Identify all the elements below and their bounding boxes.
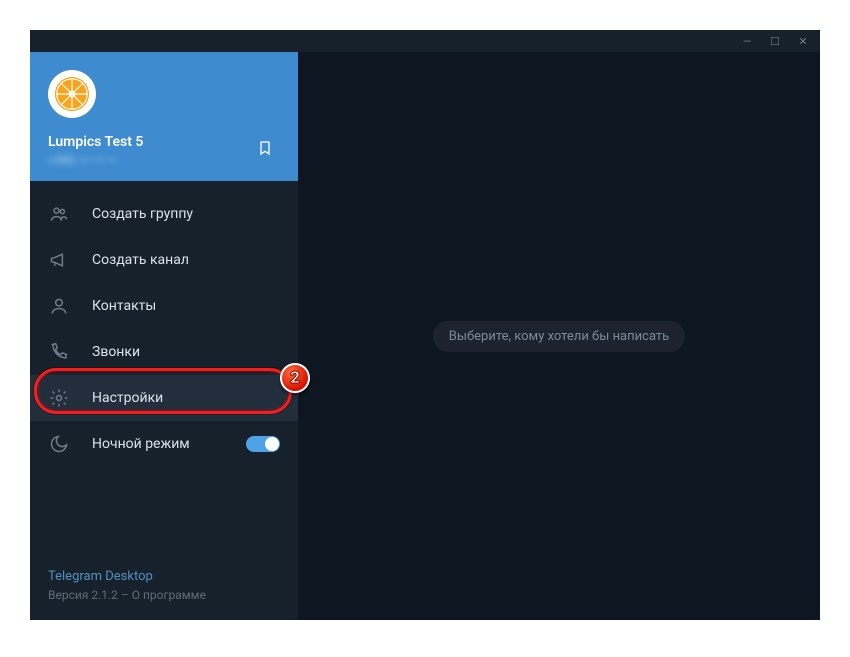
menu-contacts[interactable]: Контакты	[30, 283, 298, 329]
avatar	[48, 70, 96, 118]
menu-settings[interactable]: Настройки	[30, 375, 298, 421]
profile-header[interactable]: Lumpics Test 5 +380 ••• ••• ••	[30, 52, 298, 181]
maximize-button[interactable]: ☐	[768, 35, 782, 48]
menu-create-channel[interactable]: Создать канал	[30, 237, 298, 283]
menu-label: Создать канал	[92, 252, 189, 268]
sidebar-footer: Telegram Desktop Версия 2.1.2 – О програ…	[30, 555, 298, 620]
gear-icon	[48, 387, 70, 409]
night-mode-toggle[interactable]	[246, 436, 280, 452]
app-version[interactable]: Версия 2.1.2 – О программе	[48, 588, 280, 602]
person-icon	[48, 295, 70, 317]
sidebar: Lumpics Test 5 +380 ••• ••• •• Создать г…	[30, 52, 298, 620]
moon-icon	[48, 433, 70, 455]
menu-night-mode[interactable]: Ночной режим	[30, 421, 298, 467]
close-button[interactable]: ✕	[796, 35, 810, 48]
app-name[interactable]: Telegram Desktop	[48, 569, 280, 584]
empty-placeholder: Выберите, кому хотели бы написать	[433, 321, 685, 352]
profile-name: Lumpics Test 5	[48, 134, 280, 150]
main-area: Выберите, кому хотели бы написать	[298, 52, 820, 620]
menu-label: Создать группу	[92, 206, 193, 222]
annotation-badge: 2	[280, 363, 310, 393]
group-icon	[48, 203, 70, 225]
profile-phone: +380 ••• ••• ••	[48, 153, 280, 167]
menu: Создать группу Создать канал Контакты Зв…	[30, 181, 298, 555]
menu-label: Ночной режим	[92, 436, 190, 452]
minimize-button[interactable]: —	[740, 35, 754, 48]
menu-create-group[interactable]: Создать группу	[30, 191, 298, 237]
menu-label: Настройки	[92, 390, 163, 406]
phone-icon	[48, 341, 70, 363]
menu-calls[interactable]: Звонки	[30, 329, 298, 375]
titlebar: — ☐ ✕	[30, 30, 820, 52]
menu-label: Контакты	[92, 298, 156, 314]
saved-messages-button[interactable]	[250, 133, 280, 163]
app-window: — ☐ ✕ Lumpics Test 5 +380 ••• ••• •• Соз…	[30, 30, 820, 620]
menu-label: Звонки	[92, 344, 140, 360]
megaphone-icon	[48, 249, 70, 271]
